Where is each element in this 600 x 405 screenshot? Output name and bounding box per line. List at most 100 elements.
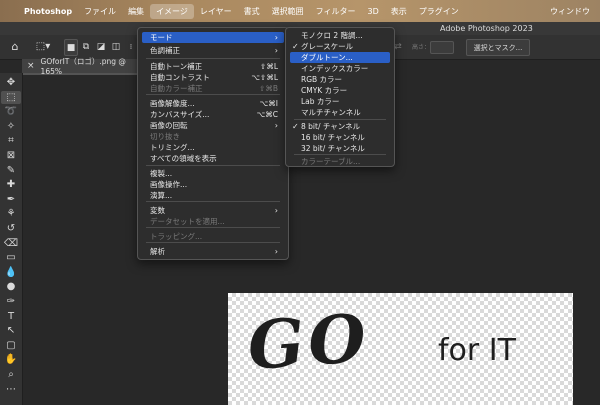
menu-separator — [294, 119, 386, 120]
crop-icon[interactable]: ⌗ — [1, 134, 21, 147]
logo-for-it-text: for IT — [438, 333, 516, 368]
history-brush-icon[interactable]: ↺ — [1, 222, 21, 235]
new-selection-icon[interactable]: ■ — [64, 39, 78, 56]
intersect-selection-icon[interactable]: ◫ — [110, 39, 122, 54]
mode-menu-item-label: RGB カラー — [301, 75, 343, 84]
image-menu-item[interactable]: 画像操作... — [142, 179, 284, 190]
menu-filter[interactable]: フィルター — [310, 6, 362, 17]
add-to-selection-icon[interactable]: ⧉ — [80, 39, 92, 54]
submenu-arrow-icon: › — [274, 206, 278, 215]
mode-menu-item-label: 8 bit/ チャンネル — [301, 122, 361, 131]
image-menu-item-label: 変数 — [150, 206, 165, 215]
brush-icon[interactable]: ✒ — [1, 193, 21, 206]
height-field[interactable] — [430, 41, 454, 54]
image-menu-item: 切り抜き — [142, 131, 284, 142]
pen-icon[interactable]: ✑ — [1, 295, 21, 308]
menu-layer[interactable]: レイヤー — [194, 6, 238, 17]
mode-menu-item-label: ダブルトーン... — [301, 53, 353, 62]
image-menu-item[interactable]: 色調補正 › — [142, 45, 284, 56]
image-menu-item[interactable]: 自動コントラスト ⌥⇧⌘L — [142, 72, 284, 83]
mode-menu-item: カラーテーブル... — [290, 156, 390, 167]
mode-menu-item-label: マルチチャンネル — [301, 108, 361, 117]
mode-menu-item[interactable]: 32 bit/ チャンネル — [290, 143, 390, 154]
hand-icon[interactable]: ✋ — [1, 353, 21, 366]
menu-image[interactable]: イメージ — [150, 3, 194, 19]
height-label: 高さ： — [412, 44, 431, 51]
image-menu-dropdown: モード › 色調補正 › 自動トーン補正 ⇧⌘L 自動コントラスト ⌥⇧⌘L 自動カラー補正 ⇧⌘… — [137, 27, 289, 260]
mode-menu-item[interactable]: ✓ 8 bit/ チャンネル — [290, 121, 390, 132]
rectangle-icon[interactable]: ▢ — [1, 339, 21, 352]
subtract-from-selection-icon[interactable]: ◪ — [95, 39, 107, 54]
tools-panel: ✥ ⬚ ➰ ✧ ⌗ ⊠ ✎ ✚ ✒ ⚘ ↺ ⌫ ▭ 💧 ● ✑ T ↖ ▢ ✋ ⌕ ⋯ — [0, 73, 23, 405]
blur-icon[interactable]: 💧 — [1, 266, 21, 279]
image-menu-item[interactable]: モード › — [142, 32, 284, 43]
menu-type[interactable]: 書式 — [238, 6, 266, 17]
mode-menu-item-label: カラーテーブル... — [301, 157, 361, 166]
image-menu-item[interactable]: 演算... — [142, 190, 284, 201]
eraser-icon[interactable]: ⌫ — [1, 237, 21, 250]
mode-menu-item[interactable]: 16 bit/ チャンネル — [290, 132, 390, 143]
menu-separator — [146, 165, 280, 166]
image-menu-item[interactable]: 変数 › — [142, 205, 284, 216]
object-selection-icon[interactable]: ✧ — [1, 120, 21, 133]
mode-menu-item[interactable]: インデックスカラー — [290, 63, 390, 74]
menu-plugins[interactable]: プラグイン — [413, 6, 465, 17]
move-icon[interactable]: ✥ — [1, 76, 21, 89]
image-menu-item[interactable]: 複製... — [142, 168, 284, 179]
mode-menu-item[interactable]: Lab カラー — [290, 96, 390, 107]
menu-file[interactable]: ファイル — [78, 6, 122, 17]
menu-select[interactable]: 選択範囲 — [266, 6, 310, 17]
menu-window[interactable]: ウィンドウ — [544, 6, 600, 17]
mode-menu-item[interactable]: ✓ グレースケール — [290, 41, 390, 52]
image-menu-item-label: トリミング... — [150, 143, 195, 152]
healing-brush-icon[interactable]: ✚ — [1, 178, 21, 191]
mode-menu-item[interactable]: CMYK カラー — [290, 85, 390, 96]
document-tab[interactable]: × GOforIT（ロゴ）.png @ 165% — [22, 57, 142, 76]
document-canvas[interactable]: GO for IT — [228, 293, 573, 405]
menu-edit[interactable]: 編集 — [122, 6, 150, 17]
frame-icon[interactable]: ⊠ — [1, 149, 21, 162]
mode-menu-item-label: インデックスカラー — [301, 64, 369, 73]
mode-menu-item-label: モノクロ 2 階調... — [301, 31, 363, 40]
submenu-arrow-icon: › — [274, 247, 278, 256]
type-icon[interactable]: T — [1, 310, 21, 323]
image-menu-item[interactable]: 自動トーン補正 ⇧⌘L — [142, 61, 284, 72]
image-menu-item-label: 自動コントラスト — [150, 73, 210, 82]
feather-icon: ⁞ — [129, 42, 133, 51]
path-selection-icon[interactable]: ↖ — [1, 324, 21, 337]
image-menu-item-label: カンバスサイズ... — [150, 110, 210, 119]
image-menu-item-label: モード — [150, 33, 173, 42]
gradient-icon[interactable]: ▭ — [1, 251, 21, 264]
select-and-mask-button[interactable]: 選択とマスク... — [466, 39, 530, 56]
zoom-icon[interactable]: ⌕ — [1, 368, 21, 381]
image-menu-item: 自動カラー補正 ⇧⌘B — [142, 83, 284, 94]
image-menu-item-label: すべての領域を表示 — [150, 154, 217, 163]
more-tools-icon[interactable]: ⋯ — [1, 383, 21, 396]
image-menu-item[interactable]: 解析 › — [142, 246, 284, 257]
dodge-icon[interactable]: ● — [1, 280, 21, 293]
image-menu-item[interactable]: 画像の回転 › — [142, 120, 284, 131]
image-menu-item-label: 画像操作... — [150, 180, 188, 189]
eyedropper-icon[interactable]: ✎ — [1, 164, 21, 177]
mode-menu-item[interactable]: ダブルトーン... — [290, 52, 390, 63]
menu-view[interactable]: 表示 — [385, 6, 413, 17]
lasso-icon[interactable]: ➰ — [1, 105, 21, 118]
shortcut-label: ⌥⌘C — [256, 110, 278, 119]
rectangular-marquee-icon[interactable]: ⬚ — [1, 90, 21, 104]
mode-menu-item[interactable]: マルチチャンネル — [290, 107, 390, 118]
home-icon[interactable]: ⌂ — [6, 39, 24, 54]
mode-menu-item[interactable]: モノクロ 2 階調... — [290, 30, 390, 41]
mode-menu-item[interactable]: RGB カラー — [290, 74, 390, 85]
image-menu-item-label: 画像の回転 — [150, 121, 188, 130]
image-menu-item[interactable]: 画像解像度... ⌥⌘I — [142, 98, 284, 109]
image-menu-item[interactable]: カンバスサイズ... ⌥⌘C — [142, 109, 284, 120]
image-menu-item[interactable]: すべての領域を表示 — [142, 153, 284, 164]
close-tab-icon[interactable]: × — [22, 61, 41, 71]
marquee-preset-icon[interactable]: ⬚▾ — [32, 39, 54, 54]
menu-3d[interactable]: 3D — [362, 7, 385, 16]
menu-photoshop[interactable]: Photoshop — [18, 7, 78, 16]
image-menu-item[interactable]: トリミング... — [142, 142, 284, 153]
image-menu-item: トラッピング... — [142, 231, 284, 242]
macos-menu-bar: Photoshop ファイル 編集 イメージ レイヤー 書式 選択範囲 フィルタ… — [0, 0, 600, 22]
clone-stamp-icon[interactable]: ⚘ — [1, 207, 21, 220]
